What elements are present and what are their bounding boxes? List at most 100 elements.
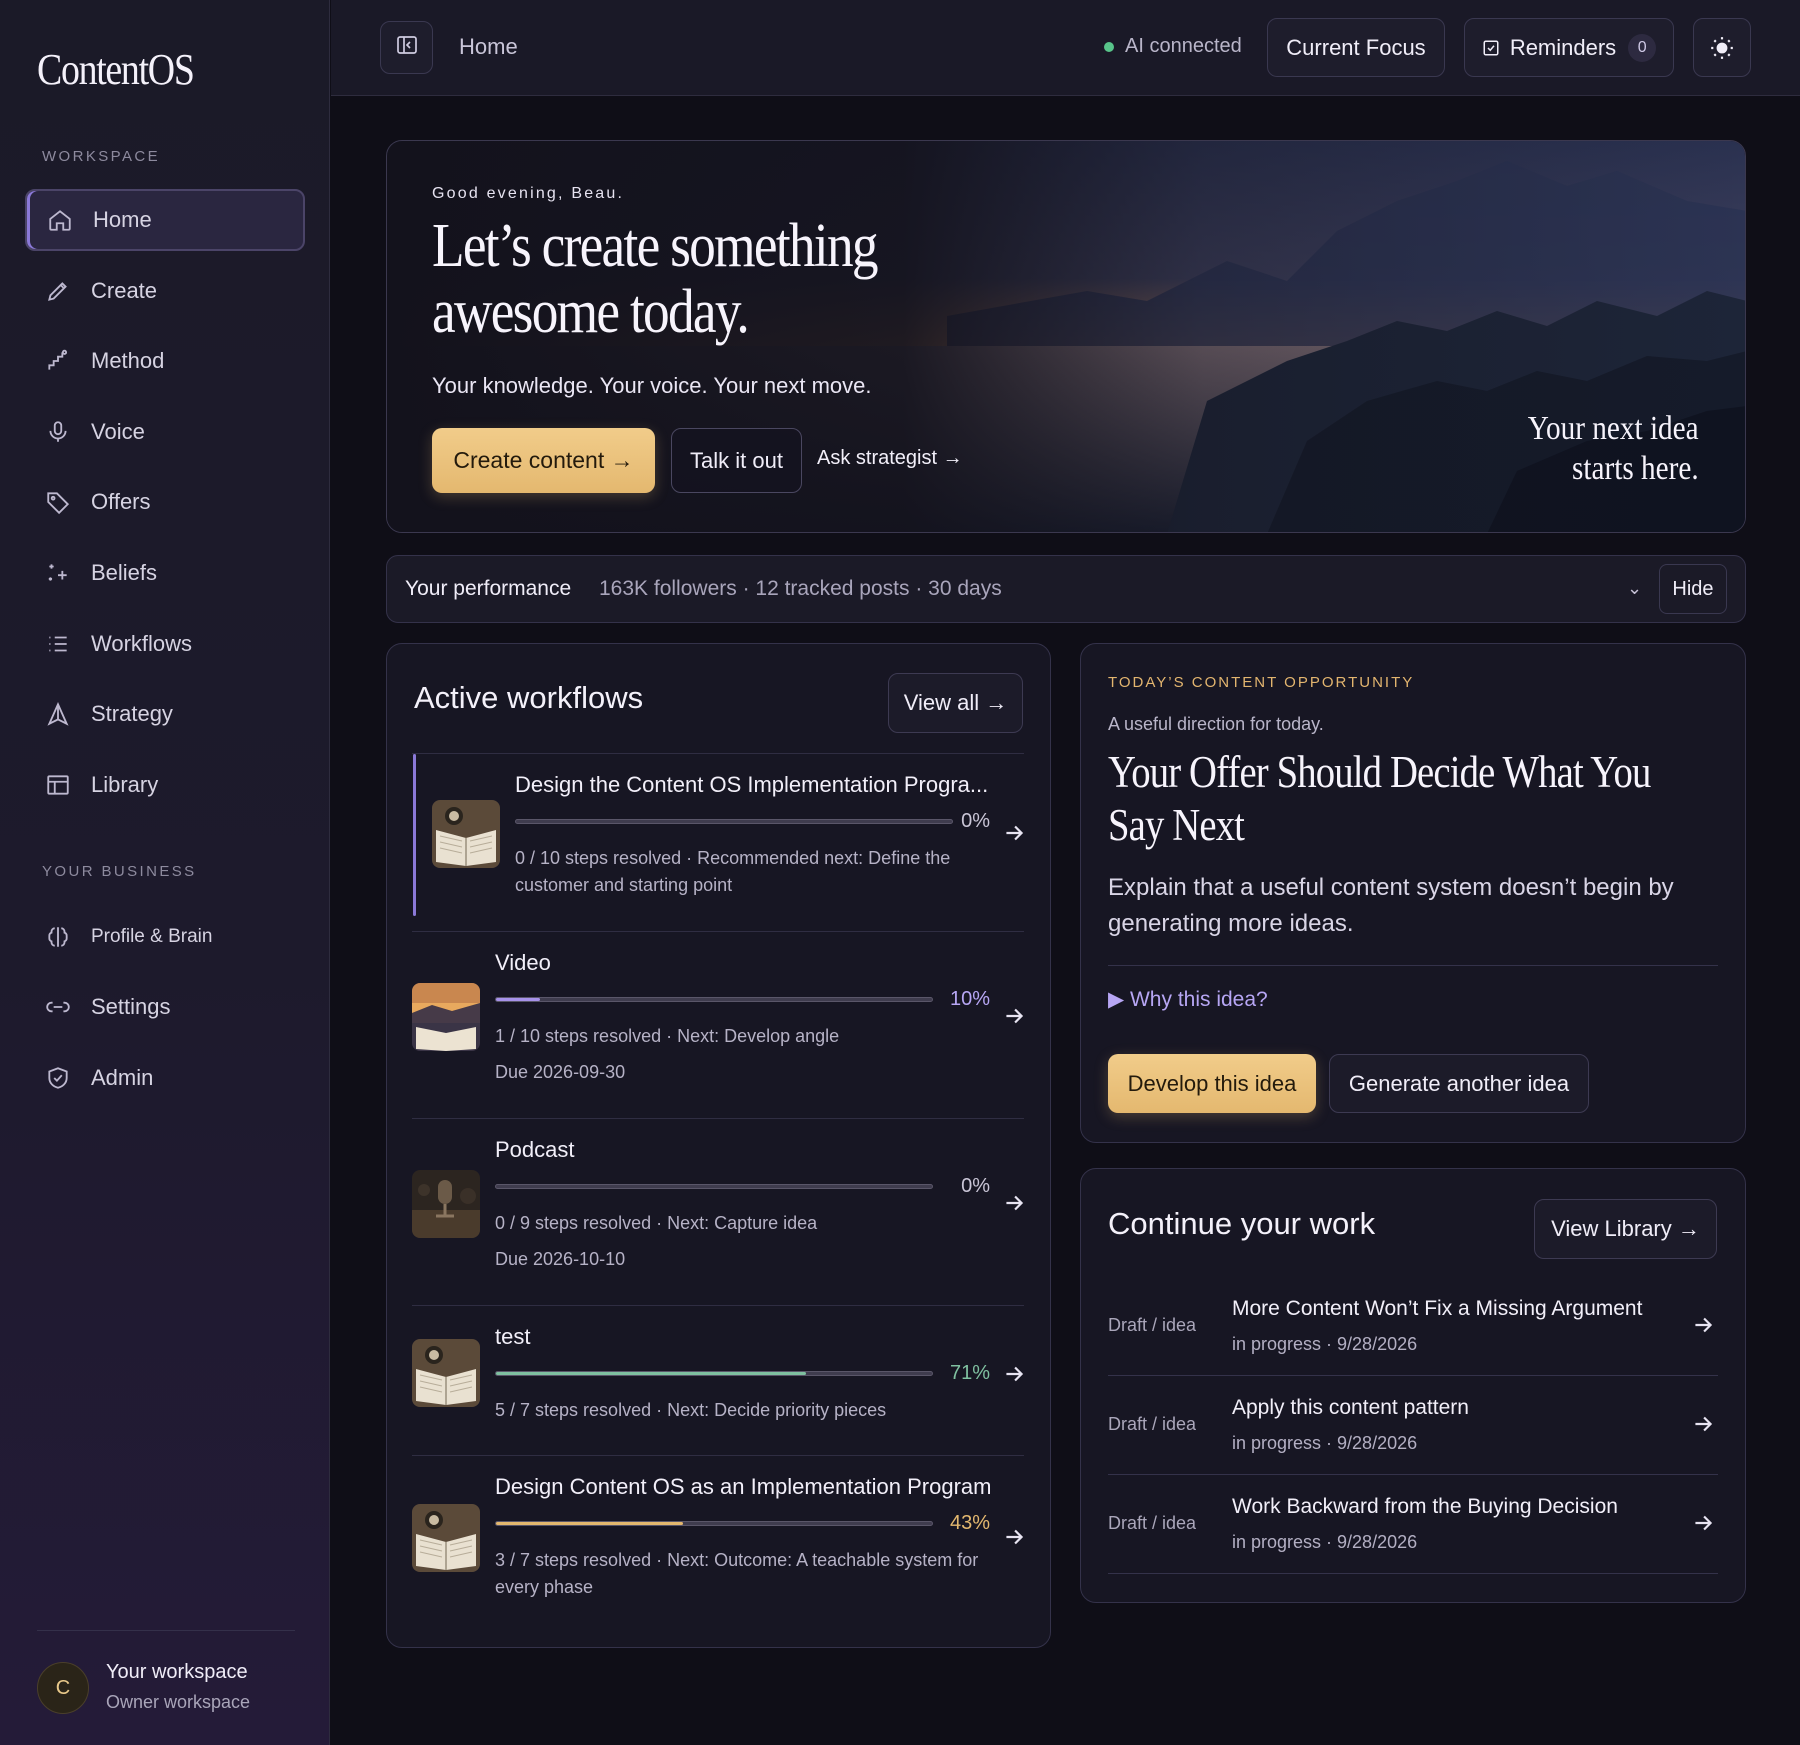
workflow-title: Design the Content OS Implementation Pro… bbox=[515, 772, 989, 797]
sidebar-item-label: Workflows bbox=[91, 631, 193, 656]
sidebar-item-label: Home bbox=[93, 207, 152, 232]
workflow-divider bbox=[412, 1455, 1024, 1456]
generate-another-idea-button[interactable]: Generate another idea bbox=[1329, 1054, 1589, 1113]
sidebar-panel-icon bbox=[395, 33, 419, 62]
avatar[interactable]: C bbox=[37, 1662, 89, 1714]
performance-bar[interactable]: Your performance 163K followers · 12 tra… bbox=[386, 555, 1746, 623]
sidebar-item-workflows[interactable]: Workflows bbox=[25, 613, 305, 675]
workflow-divider bbox=[412, 931, 1024, 932]
sidebar-item-offers[interactable]: Offers bbox=[25, 471, 305, 533]
workflow-progress-fill bbox=[496, 1372, 806, 1375]
sidebar-toggle-button[interactable] bbox=[380, 21, 433, 74]
sidebar-item-voice[interactable]: Voice bbox=[25, 401, 305, 463]
continue-item-meta: in progress · 9/28/2026 bbox=[1232, 1433, 1418, 1453]
opportunity-note: A useful direction for today. bbox=[1108, 714, 1324, 734]
arrow-right-icon[interactable] bbox=[1001, 1003, 1027, 1029]
sidebar-item-label: Beliefs bbox=[91, 560, 158, 585]
why-this-idea-toggle[interactable]: ▶ Why this idea? bbox=[1108, 987, 1268, 1012]
continue-divider bbox=[1108, 1573, 1718, 1574]
arrow-right-icon[interactable] bbox=[1690, 1312, 1716, 1338]
reminders-count-badge: 0 bbox=[1628, 33, 1657, 62]
shield-icon bbox=[45, 1065, 71, 1091]
brain-icon bbox=[45, 924, 71, 950]
workflow-progress-track bbox=[495, 1521, 933, 1526]
continue-item-meta: in progress · 9/28/2026 bbox=[1232, 1532, 1418, 1552]
arrow-right-icon[interactable] bbox=[1001, 1524, 1027, 1550]
workflow-progress-fill bbox=[496, 998, 540, 1001]
sidebar-item-label: Library bbox=[91, 772, 159, 797]
workflow-meta: 0 / 10 steps resolved · Recommended next… bbox=[515, 848, 951, 895]
breadcrumb[interactable]: Home bbox=[459, 34, 518, 60]
workflow-divider bbox=[412, 1118, 1024, 1119]
reminders-button[interactable]: Reminders 0 bbox=[1464, 18, 1674, 77]
hide-performance-button[interactable]: Hide bbox=[1659, 564, 1727, 614]
continue-item[interactable] bbox=[1108, 1276, 1718, 1375]
arrow-right-icon[interactable] bbox=[1001, 1190, 1027, 1216]
sidebar-divider bbox=[37, 1630, 295, 1631]
workflow-divider bbox=[412, 1305, 1024, 1306]
workflow-progress-track bbox=[495, 1184, 933, 1189]
workflow-progress-fill bbox=[496, 1522, 684, 1525]
sidebar-item-label: Admin bbox=[91, 1065, 154, 1090]
workflow-title: Podcast bbox=[495, 1137, 575, 1162]
workflow-due-date: Due 2026-09-30 bbox=[495, 1062, 626, 1082]
continue-work-title: Continue your work bbox=[1108, 1206, 1376, 1241]
create-content-button[interactable]: Create content → bbox=[432, 428, 655, 493]
arrow-right-icon[interactable] bbox=[1001, 1361, 1027, 1387]
workflow-meta: 1 / 10 steps resolved · Next: Develop an… bbox=[495, 1026, 840, 1046]
arrow-right-icon[interactable] bbox=[1690, 1411, 1716, 1437]
opportunity-kicker: TODAY’S CONTENT OPPORTUNITY bbox=[1108, 674, 1415, 691]
talk-it-out-button[interactable]: Talk it out bbox=[671, 428, 802, 493]
workflow-title: Design Content OS as an Implementation P… bbox=[495, 1474, 992, 1499]
workflow-due-date: Due 2026-10-10 bbox=[495, 1249, 626, 1269]
sidebar-item-label: Strategy bbox=[91, 701, 173, 726]
sidebar-item-home[interactable]: Home bbox=[25, 189, 305, 251]
view-library-button[interactable]: View Library → bbox=[1534, 1199, 1717, 1259]
workflow-meta: 3 / 7 steps resolved · Next: Outcome: A … bbox=[495, 1550, 979, 1597]
workflow-progress-percent: 43% bbox=[949, 1512, 990, 1534]
workflow-thumbnail-book-icon bbox=[432, 800, 500, 868]
performance-stats: 163K followers · 12 tracked posts · 30 d… bbox=[599, 577, 1002, 600]
arrow-right-icon[interactable] bbox=[1001, 820, 1027, 846]
workflow-thumbnail-sunset-icon bbox=[412, 983, 480, 1051]
opportunity-title: Your Offer Should Decide What You Say Ne… bbox=[1108, 747, 1651, 850]
sidebar-item-library[interactable]: Library bbox=[25, 754, 305, 816]
workspace-name[interactable]: Your workspace bbox=[106, 1661, 248, 1684]
continue-item[interactable] bbox=[1108, 1475, 1718, 1574]
sidebar-item-method[interactable]: Method bbox=[25, 330, 305, 392]
workflow-meta: 0 / 9 steps resolved · Next: Capture ide… bbox=[495, 1213, 818, 1233]
view-all-workflows-button[interactable]: View all → bbox=[888, 673, 1023, 733]
toggle-icon bbox=[45, 994, 71, 1020]
sun-icon bbox=[1709, 35, 1735, 61]
sidebar-item-settings[interactable]: Settings bbox=[25, 976, 305, 1038]
sidebar-item-beliefs[interactable]: Beliefs bbox=[25, 542, 305, 604]
ai-status: AI connected bbox=[1104, 35, 1242, 58]
sidebar-item-admin[interactable]: Admin bbox=[25, 1047, 305, 1109]
steps-icon bbox=[45, 348, 71, 374]
develop-idea-button[interactable]: Develop this idea bbox=[1108, 1054, 1316, 1113]
chevron-down-icon[interactable]: ⌄ bbox=[1627, 578, 1642, 599]
current-focus-button[interactable]: Current Focus bbox=[1267, 18, 1445, 77]
sidebar-item-create[interactable]: Create bbox=[25, 260, 305, 322]
workflow-thumbnail-book-icon bbox=[412, 1504, 480, 1572]
continue-item[interactable] bbox=[1108, 1376, 1718, 1475]
ask-strategist-link[interactable]: Ask strategist → bbox=[817, 447, 963, 470]
hero-tagline-line1: Your next idea bbox=[1528, 410, 1699, 447]
sidebar-item-label: Offers bbox=[91, 489, 151, 514]
app-logo[interactable]: ContentOS bbox=[37, 44, 195, 95]
workflow-divider bbox=[412, 753, 1024, 754]
workflow-progress-track bbox=[515, 819, 953, 824]
hero-banner: Good evening, Beau. Let’s create somethi… bbox=[386, 140, 1746, 533]
sidebar-item-profile-brain[interactable]: Profile & Brain bbox=[25, 906, 305, 968]
hero-greeting: Good evening, Beau. bbox=[432, 185, 625, 202]
sidebar-item-strategy[interactable]: Strategy bbox=[25, 683, 305, 745]
theme-toggle-button[interactable] bbox=[1693, 18, 1751, 77]
continue-item-kind: Draft / idea bbox=[1108, 1513, 1197, 1533]
arrow-right-icon[interactable] bbox=[1690, 1510, 1716, 1536]
business-section-label: YOUR BUSINESS bbox=[42, 863, 197, 880]
workflow-progress-percent: 0% bbox=[961, 810, 990, 832]
compass-icon bbox=[45, 701, 71, 727]
ai-status-label: AI connected bbox=[1125, 35, 1242, 57]
hero-subtitle: Your knowledge. Your voice. Your next mo… bbox=[432, 373, 872, 398]
list-icon bbox=[45, 631, 71, 657]
